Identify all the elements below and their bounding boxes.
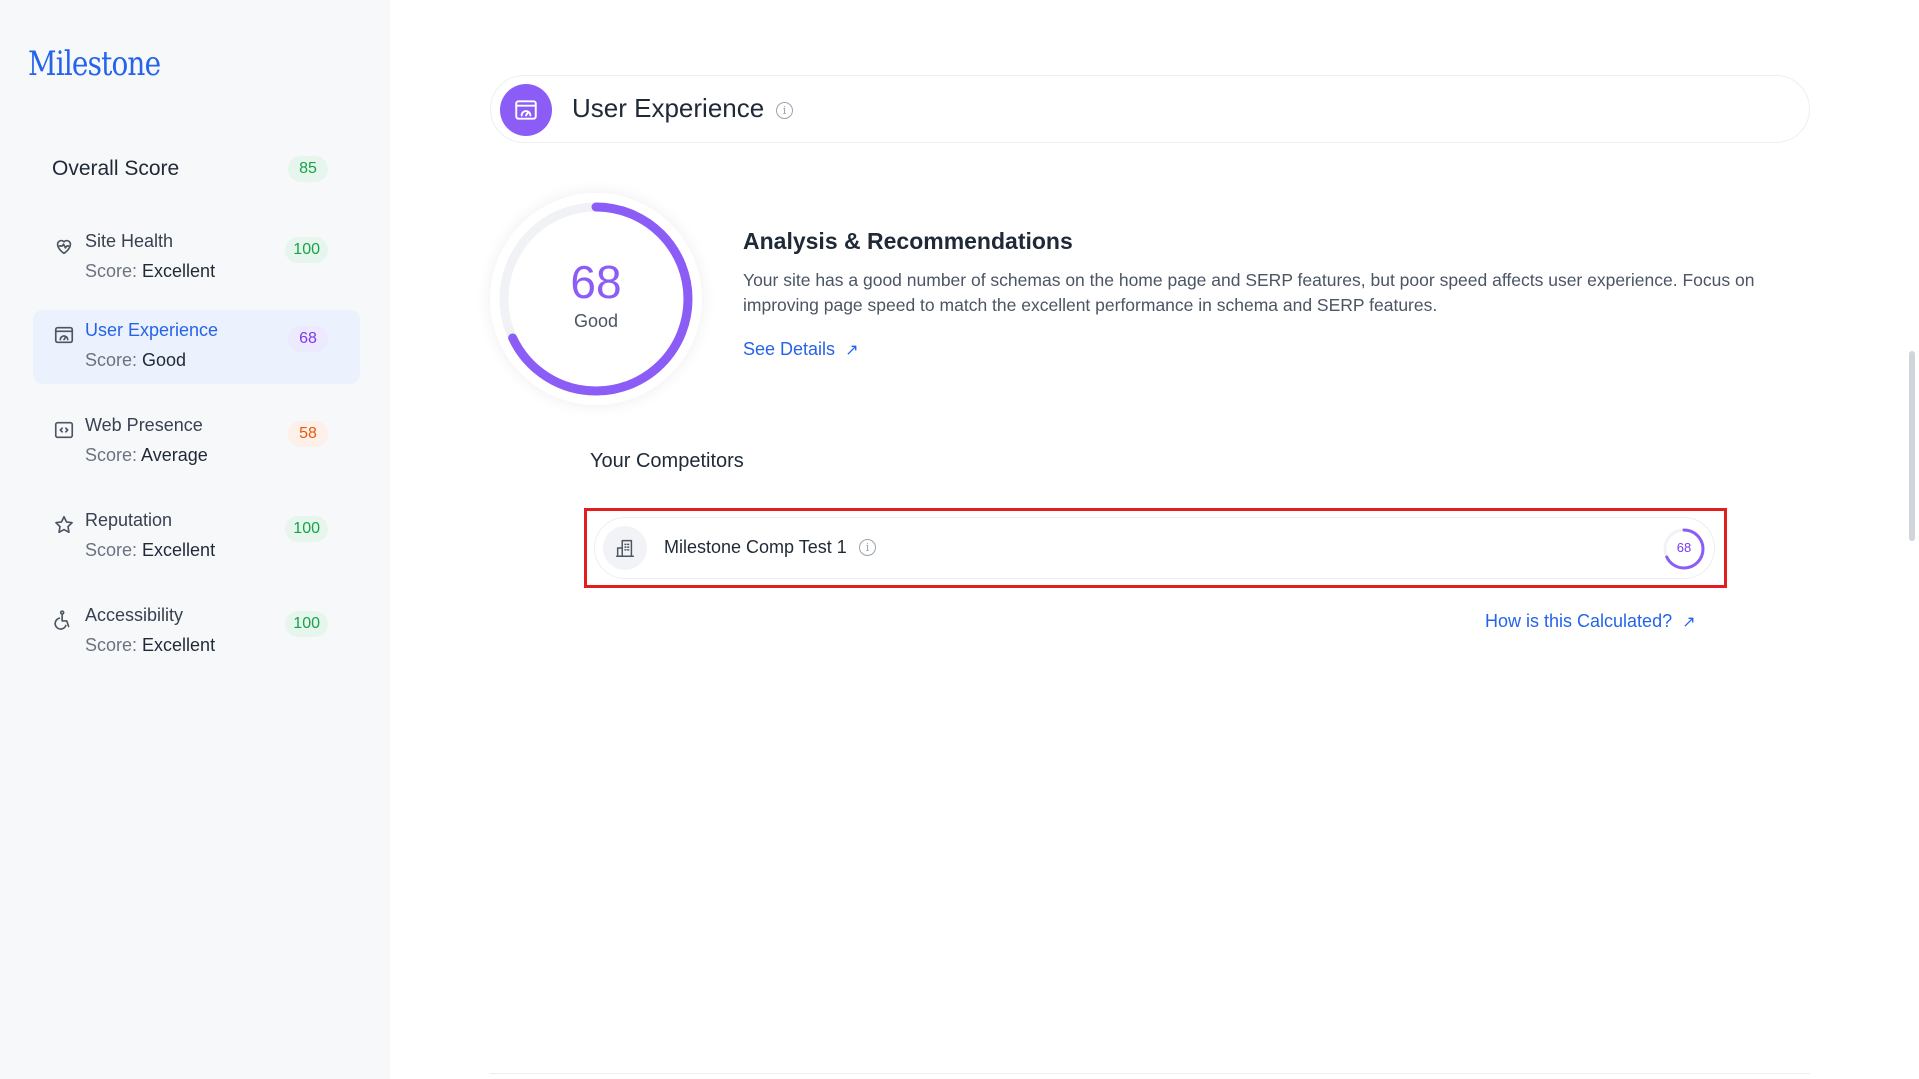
competitor-score-ring: 68	[1662, 527, 1706, 571]
code-icon	[54, 421, 74, 439]
score-prefix: Score:	[85, 350, 143, 370]
competitor-name: Milestone Comp Test 1	[664, 537, 847, 557]
see-details-label: See Details	[743, 339, 836, 359]
how-calculated-link[interactable]: How is this Calculated? ↗	[1485, 611, 1696, 632]
speedometer-window-icon	[500, 84, 552, 136]
score-prefix: Score:	[85, 635, 143, 655]
sidebar-item-score: Score: Good	[85, 350, 186, 371]
competitors-title: Your Competitors	[590, 450, 744, 472]
speedometer-window-icon	[54, 326, 74, 344]
sidebar-item-title: Accessibility	[85, 605, 184, 625]
overall-score-label: Overall Score	[52, 157, 180, 180]
sidebar-item-title: Reputation	[85, 510, 173, 530]
scrollbar[interactable]	[1909, 351, 1915, 541]
arrow-up-right-icon: ↗	[1682, 614, 1696, 631]
info-icon[interactable]: i	[776, 102, 793, 119]
milestone-logo[interactable]: Milestone	[28, 44, 161, 84]
sidebar-item-title: Web Presence	[85, 415, 203, 435]
sidebar-item-web-presence[interactable]: Web Presence Score: Average 58	[33, 405, 360, 479]
gauge-value: 68	[570, 256, 622, 308]
overall-score-badge: 85	[288, 156, 328, 182]
score-text: Good	[142, 350, 187, 370]
sidebar-item-reputation[interactable]: Reputation Score: Excellent 100	[33, 500, 360, 574]
status-badge: 100	[285, 611, 328, 637]
score-prefix: Score:	[85, 540, 143, 560]
section-header: User Experience i	[490, 75, 1810, 143]
sidebar-item-site-health[interactable]: Site Health Score: Excellent 100	[33, 221, 360, 295]
sidebar-item-score: Score: Average	[85, 445, 208, 466]
analysis-text: Your site has a good number of schemas o…	[743, 270, 1755, 315]
arrow-up-right-icon: ↗	[845, 342, 859, 359]
score-gauge: 68 Good	[490, 193, 702, 405]
how-calculated-label: How is this Calculated?	[1485, 611, 1673, 631]
sidebar-item-score: Score: Excellent	[85, 261, 215, 282]
score-prefix: Score:	[85, 445, 142, 465]
score-prefix: Score:	[85, 261, 143, 281]
status-badge: 100	[285, 516, 328, 542]
heart-pulse-icon	[56, 239, 72, 255]
sidebar-item-accessibility[interactable]: Accessibility Score: Excellent 100	[33, 595, 360, 669]
building-icon	[603, 526, 647, 570]
app-root: Milestone Overall Score 85 Site Health S…	[0, 0, 1919, 1079]
score-text: Excellent	[142, 261, 216, 281]
score-text: Average	[141, 445, 208, 465]
sidebar-item-title: Site Health	[85, 231, 174, 251]
status-badge: 58	[288, 421, 328, 447]
competitor-row[interactable]: Milestone Comp Test 1 i 68	[594, 517, 1715, 579]
divider	[490, 1073, 1810, 1074]
accessibility-icon	[54, 610, 70, 630]
competitor-score: 68	[1676, 540, 1692, 555]
sidebar-item-score: Score: Excellent	[85, 635, 215, 656]
info-icon[interactable]: i	[859, 539, 876, 556]
status-badge: 68	[288, 326, 328, 352]
score-text: Excellent	[142, 540, 216, 560]
sidebar: Milestone Overall Score 85 Site Health S…	[0, 0, 390, 1079]
sidebar-item-user-experience[interactable]: User Experience Score: Good 68	[33, 310, 360, 384]
page-title: User Experience	[572, 93, 765, 123]
status-badge: 100	[285, 237, 328, 263]
gauge-label: Good	[573, 311, 619, 331]
analysis-title: Analysis & Recommendations	[743, 228, 1073, 254]
star-icon	[55, 515, 73, 534]
score-text: Excellent	[142, 635, 216, 655]
sidebar-item-score: Score: Excellent	[85, 540, 215, 561]
overall-score: Overall Score 85	[52, 154, 328, 184]
sidebar-item-title: User Experience	[85, 320, 219, 340]
see-details-link[interactable]: See Details ↗	[743, 339, 858, 360]
